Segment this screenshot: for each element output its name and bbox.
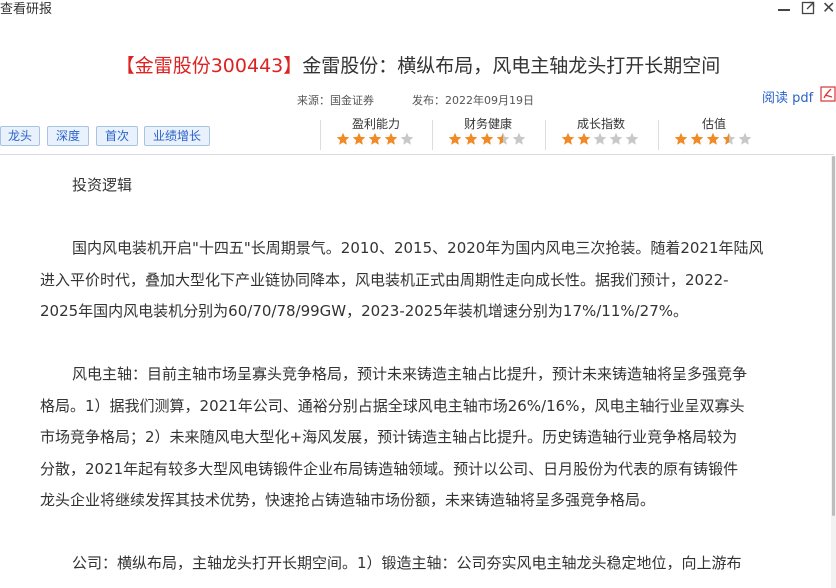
report-content: 投资逻辑 国内风电装机开启"十四五"长周期景气。2010、2015、2020年为… xyxy=(40,170,830,580)
star-icon xyxy=(722,132,736,145)
star-icon xyxy=(593,132,607,145)
star-icon xyxy=(368,132,382,145)
rating-stars xyxy=(438,132,538,148)
content-heading-text: 投资逻辑 xyxy=(72,176,133,194)
paragraph: 公司：横纵布局，主轴龙头打开长期空间。1）锻造主轴：公司夯实风电主轴龙头稳定地位… xyxy=(40,548,830,580)
paragraph-line: 龙头企业将继续发挥其技术优势，快速抢占铸造轴市场份额，未来铸造轴将呈多强竞争格局… xyxy=(40,491,656,509)
star-icon xyxy=(706,132,720,145)
report-title-code: 【金雷股份300443】 xyxy=(115,55,303,77)
star-icon xyxy=(336,132,350,145)
rating-label: 估值 xyxy=(701,117,726,131)
star-icon xyxy=(512,132,526,145)
star-icon xyxy=(561,132,575,145)
paragraph-line: 市场竞争格局；2）未来随风电大型化+海风发展，预计铸造主轴占比提升。历史铸造轴行… xyxy=(40,428,738,446)
rating-divider xyxy=(545,120,546,150)
star-icon xyxy=(448,132,462,145)
paragraph-line: 进入平价时代，叠加大型化下产业链协同降本，风电装机正式由周期性走向成长性。据我们… xyxy=(40,270,729,289)
rating-label: 财务健康 xyxy=(463,117,512,131)
window-titlebar: 查看研报 ✕ xyxy=(0,0,836,20)
star-icon xyxy=(577,132,591,145)
star-icon xyxy=(480,132,494,145)
rating-divider xyxy=(432,120,433,150)
read-pdf-link[interactable]: 阅读 pdf xyxy=(762,87,813,106)
content-heading: 投资逻辑 xyxy=(40,170,830,202)
star-icon xyxy=(738,132,752,145)
tag-depth[interactable]: 深度 xyxy=(47,126,89,146)
star-icon xyxy=(690,132,704,145)
rating-stars xyxy=(664,132,764,148)
close-icon[interactable]: ✕ xyxy=(822,0,836,18)
paragraph-line: 2025年国内风电装机分别为60/70/78/99GW，2023-2025年装机… xyxy=(40,302,689,320)
star-icon xyxy=(609,132,623,145)
star-icon xyxy=(496,132,510,145)
star-icon xyxy=(625,132,639,145)
paragraph-line: 国内风电装机开启"十四五"长周期景气。2010、2015、2020年为国内风电三… xyxy=(72,239,764,257)
star-icon xyxy=(464,132,478,145)
report-publish-date: 发布：2022年09月19日 xyxy=(412,94,534,107)
rating-stars xyxy=(551,132,651,148)
rating-stars xyxy=(326,132,426,148)
tag-initial[interactable]: 首次 xyxy=(96,126,138,146)
paragraph-line: 分散，2021年起有较多大型风电铸锻件企业布局铸造轴领域。预计以公司、日月股份为… xyxy=(40,459,739,478)
minimize-icon[interactable] xyxy=(776,0,794,18)
rating-growth-index: 成长指数 xyxy=(551,117,651,148)
window-title: 查看研报 xyxy=(0,2,53,17)
star-icon xyxy=(384,132,398,145)
paragraph: 国内风电装机开启"十四五"长周期景气。2010、2015、2020年为国内风电三… xyxy=(40,233,830,328)
tag-earnings-growth[interactable]: 业绩增长 xyxy=(144,126,210,146)
maximize-icon[interactable] xyxy=(800,0,818,18)
report-title: 【金雷股份300443】金雷股份：横纵布局，风电主轴龙头打开长期空间 xyxy=(0,51,836,78)
rating-financial-health: 财务健康 xyxy=(438,117,538,148)
paragraph-line: 格局。1）据我们测算，2021年公司、通裕分别占据全球风电主轴市场26%/16%… xyxy=(40,396,745,415)
rating-label: 成长指数 xyxy=(576,117,625,131)
rating-label: 盈利能力 xyxy=(351,117,400,131)
report-title-text: 金雷股份：横纵布局，风电主轴龙头打开长期空间 xyxy=(302,55,721,77)
star-icon xyxy=(352,132,366,145)
rating-profitability: 盈利能力 xyxy=(326,117,426,148)
tag-leader[interactable]: 龙头 xyxy=(0,126,40,146)
rating-valuation: 估值 xyxy=(664,117,764,148)
rating-divider xyxy=(320,120,321,150)
paragraph: 风电主轴：目前主轴市场呈寡头竞争格局，预计未来铸造主轴占比提升，预计未来铸造轴将… xyxy=(40,359,830,517)
rating-divider xyxy=(658,120,659,150)
report-source: 来源：国金证券 xyxy=(297,94,374,107)
header-divider xyxy=(0,154,834,155)
star-icon xyxy=(674,132,688,145)
paragraph-line: 公司：横纵布局，主轴龙头打开长期空间。1）锻造主轴：公司夯实风电主轴龙头稳定地位… xyxy=(72,554,742,572)
star-icon xyxy=(400,132,414,145)
scrollbar-thumb[interactable] xyxy=(832,156,835,516)
pdf-icon[interactable] xyxy=(820,86,836,102)
paragraph-line: 风电主轴：目前主轴市场呈寡头竞争格局，预计未来铸造主轴占比提升，预计未来铸造轴将… xyxy=(72,365,748,383)
